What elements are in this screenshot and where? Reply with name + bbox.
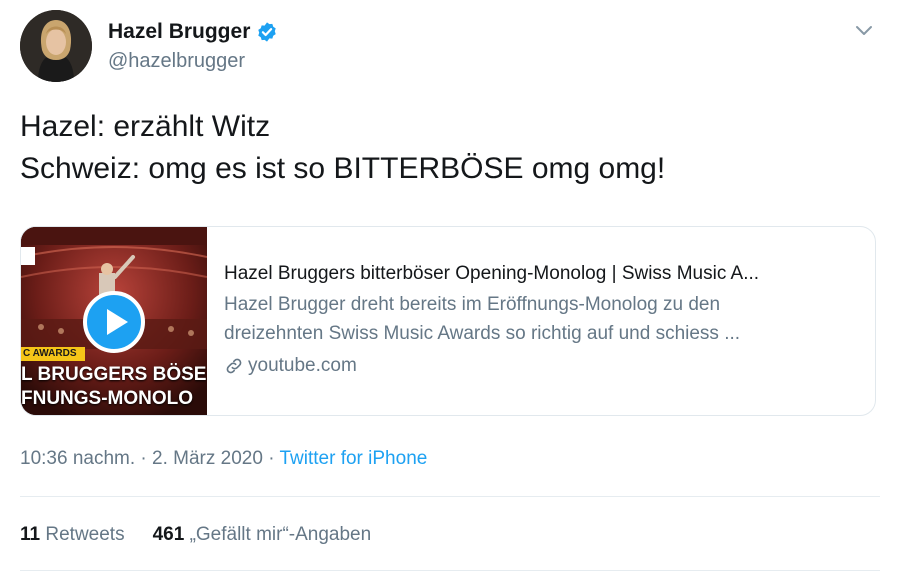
card-body: Hazel Bruggers bitterböser Opening-Monol… <box>224 260 864 380</box>
video-thumbnail[interactable]: C AWARDS L BRUGGERS BÖSE FNUNGS-MONOLO <box>21 227 207 415</box>
avatar-image <box>20 10 92 82</box>
retweets-stat[interactable]: 11 Retweets <box>20 524 125 546</box>
likes-stat[interactable]: 461 „Gefällt mir“-Angaben <box>153 524 372 546</box>
divider <box>20 496 880 497</box>
avatar[interactable] <box>20 10 92 82</box>
tweet-line: Schweiz: omg es ist so BITTERBÖSE omg om… <box>20 152 666 185</box>
meta-separator: · <box>268 448 275 469</box>
meta-separator: · <box>140 448 147 469</box>
card-description: Hazel Brugger dreht bereits im Eröffnung… <box>224 290 864 348</box>
tweet-line: Hazel: erzählt Witz <box>20 110 271 143</box>
likes-label: „Gefällt mir“-Angaben <box>189 524 372 545</box>
play-icon[interactable] <box>82 290 146 354</box>
card-description-line: dreizehnten Swiss Music Awards so richti… <box>224 323 741 344</box>
likes-count: 461 <box>152 524 185 545</box>
tweet-date[interactable]: 2. März 2020 <box>152 448 263 469</box>
tweet-source-link[interactable]: Twitter for iPhone <box>279 448 427 469</box>
thumbnail-caption: L BRUGGERS BÖSE FNUNGS-MONOLO <box>21 363 207 411</box>
tweet-text: Hazel: erzählt Witz Schweiz: omg es ist … <box>20 106 665 190</box>
chevron-down-icon[interactable] <box>852 18 876 42</box>
card-title: Hazel Bruggers bitterböser Opening-Monol… <box>224 263 760 284</box>
divider <box>20 570 880 571</box>
card-domain-text: youtube.com <box>248 355 357 376</box>
retweets-count: 11 <box>20 524 41 545</box>
card-domain: youtube.com <box>224 352 864 380</box>
retweets-label: Retweets <box>45 524 125 545</box>
tweet-time[interactable]: 10:36 nachm. <box>20 448 135 469</box>
tweet-meta: 10:36 nachm. · 2. März 2020 · Twitter fo… <box>20 448 427 470</box>
thumbnail-banner: C AWARDS <box>23 348 77 359</box>
link-preview-card[interactable]: C AWARDS L BRUGGERS BÖSE FNUNGS-MONOLO H… <box>20 226 876 416</box>
tweet-stats: 11 Retweets 461 „Gefällt mir“-Angaben <box>20 524 371 546</box>
author-name-row[interactable]: Hazel Brugger <box>108 20 278 44</box>
author-handle[interactable]: @hazelbrugger <box>108 50 245 73</box>
verified-badge-icon <box>258 22 277 42</box>
card-description-line: Hazel Brugger dreht bereits im Eröffnung… <box>224 294 721 315</box>
author-name[interactable]: Hazel Brugger <box>108 20 250 44</box>
thumbnail-caption-line: L BRUGGERS BÖSE <box>21 364 207 385</box>
thumbnail-caption-line: FNUNGS-MONOLO <box>21 388 194 409</box>
link-icon <box>226 358 242 374</box>
